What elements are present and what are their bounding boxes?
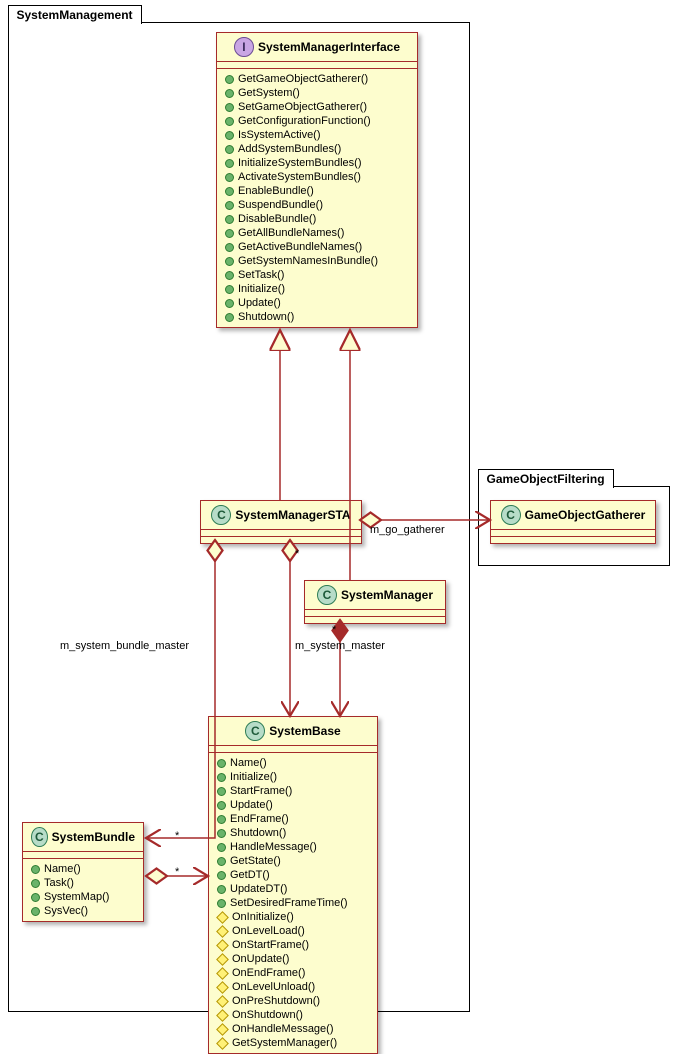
class-title: SystemBundle [52,830,135,844]
method: IsSystemActive() [238,128,321,142]
package-tab: SystemManagement [8,5,142,24]
class-icon: C [501,505,521,525]
method: Initialize() [230,770,277,784]
method: GetSystem() [238,86,300,100]
class-title: SystemBase [269,724,340,738]
method: InitializeSystemBundles() [238,156,362,170]
method: Update() [238,296,281,310]
method: HandleMessage() [230,840,317,854]
method: Name() [44,862,81,876]
method: UpdateDT() [230,882,287,896]
method: SystemMap() [44,890,109,904]
class-icon: C [245,721,265,741]
method-list: Name()Initialize()StartFrame()Update()En… [209,753,377,1053]
method: GetAllBundleNames() [238,226,344,240]
method: SetGameObjectGatherer() [238,100,367,114]
class-system-manager: C SystemManager [304,580,446,624]
method: SetDesiredFrameTime() [230,896,348,910]
method: GetGameObjectGatherer() [238,72,368,86]
method: GetActiveBundleNames() [238,240,362,254]
class-system-base: C SystemBase Name()Initialize()StartFram… [208,716,378,1054]
class-icon: C [317,585,337,605]
method: Task() [44,876,74,890]
method: GetState() [230,854,281,868]
method: OnUpdate() [232,952,289,966]
method: EndFrame() [230,812,289,826]
method: OnEndFrame() [232,966,305,980]
method: AddSystemBundles() [238,142,341,156]
role-label: m_system_bundle_master [60,640,189,652]
class-icon: C [211,505,231,525]
multiplicity: * [295,548,299,560]
method: OnHandleMessage() [232,1022,334,1036]
method: GetDT() [230,868,270,882]
method: SetTask() [238,268,284,282]
method: ActivateSystemBundles() [238,170,361,184]
interface-icon: I [234,37,254,57]
method: SysVec() [44,904,88,918]
method: OnShutdown() [232,1008,303,1022]
class-system-manager-interface: I SystemManagerInterface GetGameObjectGa… [216,32,418,328]
method: StartFrame() [230,784,292,798]
method: OnStartFrame() [232,938,309,952]
method: OnInitialize() [232,910,294,924]
class-icon: C [31,827,48,847]
role-label: m_system_master [295,640,385,652]
multiplicity: * [175,866,179,878]
class-game-object-gatherer: C GameObjectGatherer [490,500,656,544]
method: Name() [230,756,267,770]
method: OnLevelLoad() [232,924,305,938]
multiplicity: * [332,624,336,636]
class-title: SystemManager [341,588,433,602]
class-title: SystemManagerSTA [235,508,350,522]
method: Shutdown() [238,310,294,324]
class-system-bundle: C SystemBundle Name()Task()SystemMap()Sy… [22,822,144,922]
method: GetSystemNamesInBundle() [238,254,378,268]
method: DisableBundle() [238,212,316,226]
role-label: m_go_gatherer [370,524,445,536]
method: OnPreShutdown() [232,994,320,1008]
method: SuspendBundle() [238,198,323,212]
class-title: GameObjectGatherer [525,508,646,522]
method: GetConfigurationFunction() [238,114,371,128]
method: EnableBundle() [238,184,314,198]
method-list: GetGameObjectGatherer()GetSystem()SetGam… [217,69,417,327]
method: Shutdown() [230,826,286,840]
method: GetSystemManager() [232,1036,337,1050]
class-system-manager-sta: C SystemManagerSTA [200,500,362,544]
package-tab: GameObjectFiltering [478,469,614,488]
method-list: Name()Task()SystemMap()SysVec() [23,859,143,921]
multiplicity: * [175,830,179,842]
method: Update() [230,798,273,812]
method: OnLevelUnload() [232,980,315,994]
class-title: SystemManagerInterface [258,40,400,54]
method: Initialize() [238,282,285,296]
